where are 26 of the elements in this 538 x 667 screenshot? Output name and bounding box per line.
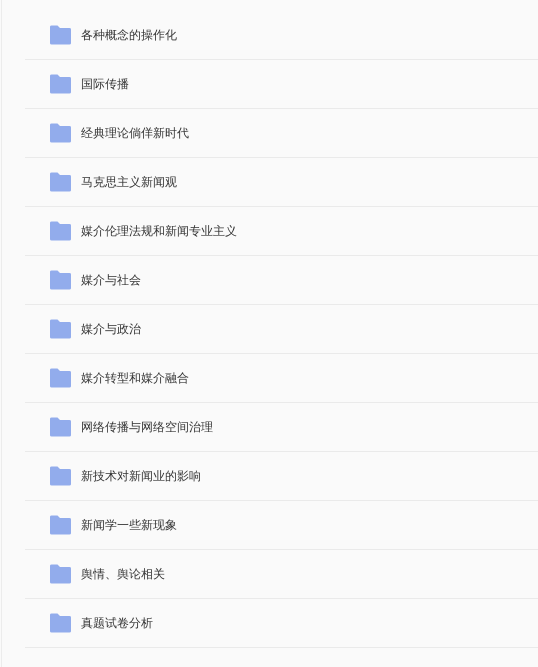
folder-icon[interactable] [49,564,72,584]
folder-icon[interactable] [49,319,72,339]
folder-icon[interactable] [49,466,72,486]
folder-name[interactable]: 媒介伦理法规和新闻专业主义 [81,222,237,240]
folder-icon[interactable] [49,368,72,388]
folder-icon[interactable] [49,25,72,45]
folder-name[interactable]: 舆情、舆论相关 [81,566,165,582]
folder-name[interactable]: 网络传播与网络空间治理 [81,418,213,436]
folder-icon[interactable] [49,417,72,437]
folder-name[interactable]: 媒介转型和媒介融合 [81,370,189,386]
folder-name[interactable]: 媒介与政治 [81,320,141,338]
folder-name[interactable]: 马克思主义新闻观 [81,174,177,190]
folder-icon[interactable] [49,270,72,290]
folder-name[interactable]: 真题试卷分析 [81,614,153,632]
folder-name[interactable]: 国际传播 [81,76,129,92]
folder-icon[interactable] [49,613,72,633]
folder-icon[interactable] [49,74,72,94]
folder-name[interactable]: 新闻学一些新现象 [81,516,177,534]
folder-icon[interactable] [49,221,72,241]
folder-name[interactable]: 经典理论倘佯新时代 [81,124,189,142]
folder-name[interactable]: 媒介与社会 [81,272,141,288]
folder-icon[interactable] [49,172,72,192]
folder-icon[interactable] [49,123,72,143]
folder-name[interactable]: 新技术对新闻业的影响 [81,468,201,484]
folder-name[interactable]: 各种概念的操作化 [81,26,177,44]
folder-icon[interactable] [49,515,72,535]
